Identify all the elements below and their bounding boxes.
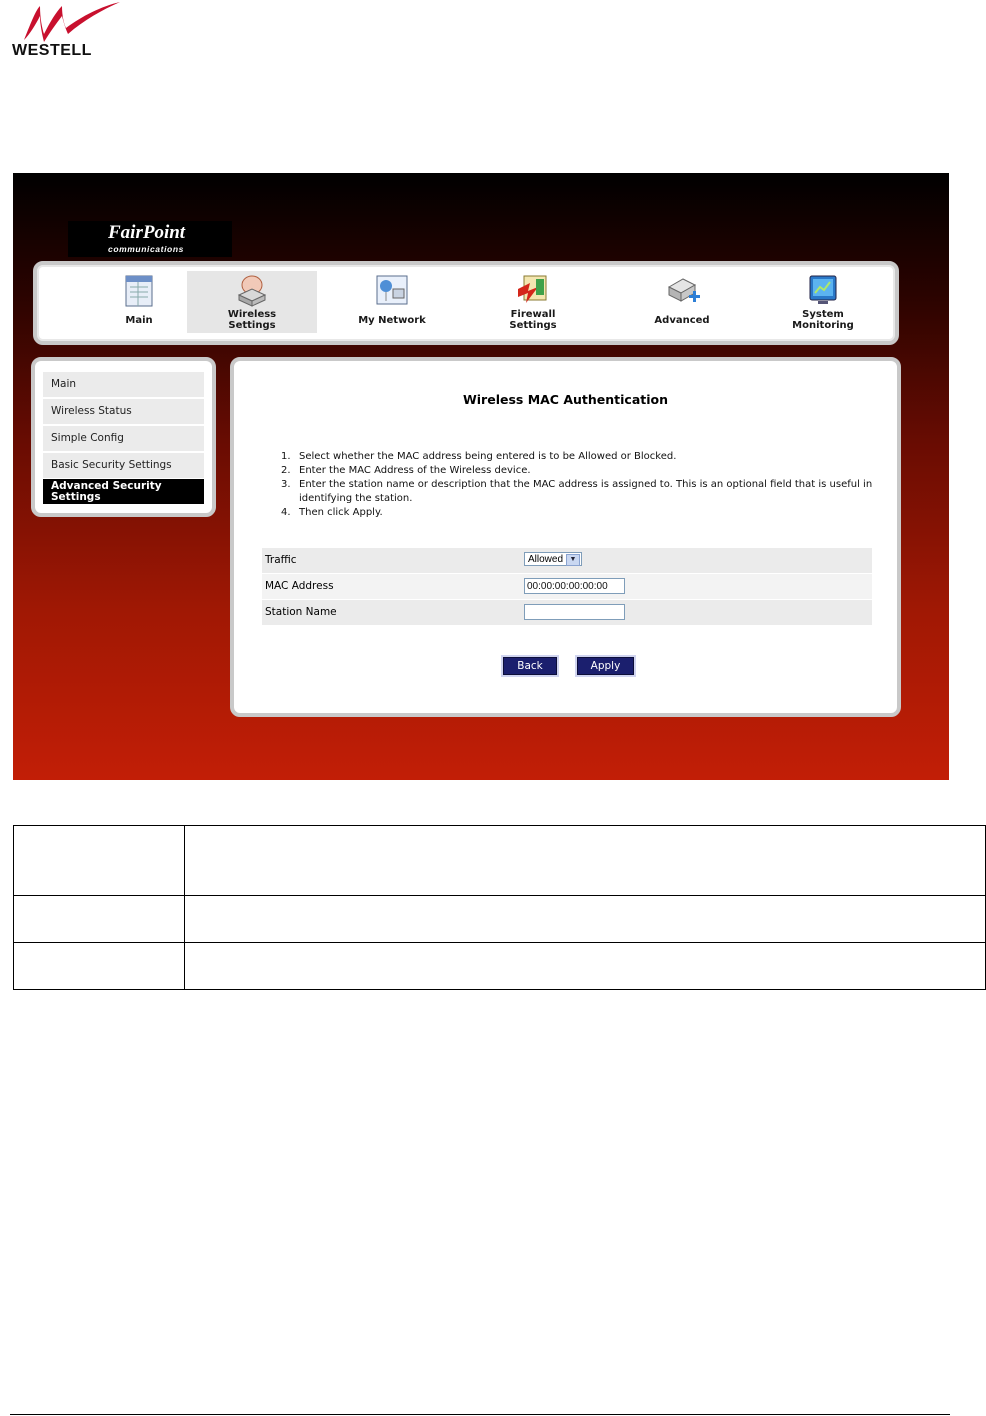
nav-my-network[interactable]: My Network — [327, 271, 457, 333]
sidebar-item-wireless-status[interactable]: Wireless Status — [43, 399, 204, 424]
table-cell — [13, 825, 185, 896]
traffic-label: Traffic — [265, 554, 297, 566]
mac-address-input[interactable]: 00:00:00:00:00:00 — [524, 578, 625, 594]
wireless-router-icon — [237, 275, 267, 307]
table-row — [13, 825, 986, 896]
main-page-icon — [125, 275, 153, 307]
westell-logo: WESTELL — [10, 0, 120, 62]
nav-advanced[interactable]: Advanced — [617, 271, 747, 333]
step-text: Then click Apply. — [299, 507, 383, 518]
traffic-row: Traffic Allowed ▼ — [262, 548, 872, 573]
mac-address-label: MAC Address — [265, 580, 334, 592]
nav-firewall-label-2: Settings — [509, 320, 557, 331]
instruction-step: 4. Then click Apply. — [281, 506, 881, 520]
fairpoint-logo: FairPoint communications — [68, 221, 232, 257]
step-text: Enter the station name or description th… — [299, 479, 873, 504]
westell-swoosh-icon — [24, 2, 120, 42]
step-text: Enter the MAC Address of the Wireless de… — [299, 465, 531, 476]
main-content: Wireless MAC Authentication 1. Select wh… — [230, 357, 901, 717]
nav-system-label-1: System — [802, 309, 844, 320]
mac-auth-form: Traffic Allowed ▼ MAC Address 00:00:00:0… — [262, 548, 872, 626]
chevron-down-icon[interactable]: ▼ — [566, 554, 580, 566]
sidebar-item-simple-config[interactable]: Simple Config — [43, 426, 204, 451]
router-ui-screenshot: FairPoint communications Main Wireless S… — [13, 173, 949, 780]
station-name-row: Station Name — [262, 600, 872, 625]
step-text: Select whether the MAC address being ent… — [299, 451, 677, 462]
advanced-icon — [667, 278, 700, 302]
apply-button[interactable]: Apply — [577, 657, 634, 675]
table-cell — [13, 942, 185, 990]
network-icon — [376, 275, 408, 305]
nav-wireless-label-1: Wireless — [227, 309, 277, 320]
instruction-step: 1. Select whether the MAC address being … — [281, 450, 881, 464]
step-number: 3. — [281, 479, 291, 490]
back-button[interactable]: Back — [503, 657, 557, 675]
nav-main[interactable]: Main — [74, 271, 204, 333]
instructions-list: 1. Select whether the MAC address being … — [281, 450, 881, 520]
step-number: 2. — [281, 465, 291, 476]
nav-system-monitoring[interactable]: System Monitoring — [758, 271, 888, 333]
station-name-label: Station Name — [265, 606, 337, 618]
nav-my-network-label: My Network — [358, 315, 426, 326]
brand-tagline: communications — [108, 244, 184, 254]
table-cell — [184, 825, 986, 896]
sidebar-item-basic-security[interactable]: Basic Security Settings — [43, 453, 204, 478]
sidebar-item-advanced-security[interactable]: Advanced Security Settings — [43, 479, 204, 504]
brand-name: FairPoint — [108, 222, 186, 243]
table-cell — [13, 895, 185, 943]
page-title: Wireless MAC Authentication — [462, 392, 669, 407]
system-monitor-icon — [809, 275, 837, 304]
nav-firewall-label-1: Firewall — [510, 309, 556, 320]
station-name-input[interactable] — [524, 604, 625, 620]
table-row — [13, 942, 986, 990]
table-cell — [184, 942, 986, 990]
table-row — [13, 895, 986, 943]
nav-wireless-label-2: Settings — [228, 320, 276, 331]
nav-firewall-settings[interactable]: Firewall Settings — [468, 271, 598, 333]
top-nav: Main Wireless Settings My Network Firewa… — [33, 261, 899, 345]
step-number: 1. — [281, 451, 291, 462]
step-number: 4. — [281, 507, 291, 518]
nav-advanced-label: Advanced — [654, 315, 710, 326]
nav-wireless-settings[interactable]: Wireless Settings — [187, 271, 317, 333]
nav-main-label: Main — [125, 315, 153, 326]
firewall-icon — [518, 275, 547, 303]
field-description-table — [13, 825, 986, 990]
traffic-select-value: Allowed — [528, 554, 564, 565]
instruction-step: 3. Enter the station name or description… — [281, 478, 881, 506]
nav-system-label-2: Monitoring — [792, 320, 854, 331]
traffic-select[interactable]: Allowed ▼ — [524, 552, 582, 566]
footer-divider — [10, 1414, 950, 1415]
mac-address-row: MAC Address 00:00:00:00:00:00 — [262, 574, 872, 599]
sidebar: Main Wireless Status Simple Config Basic… — [31, 357, 216, 517]
sidebar-item-main[interactable]: Main — [43, 372, 204, 397]
westell-wordmark: WESTELL — [12, 42, 92, 59]
table-cell — [184, 895, 986, 943]
instruction-step: 2. Enter the MAC Address of the Wireless… — [281, 464, 881, 478]
